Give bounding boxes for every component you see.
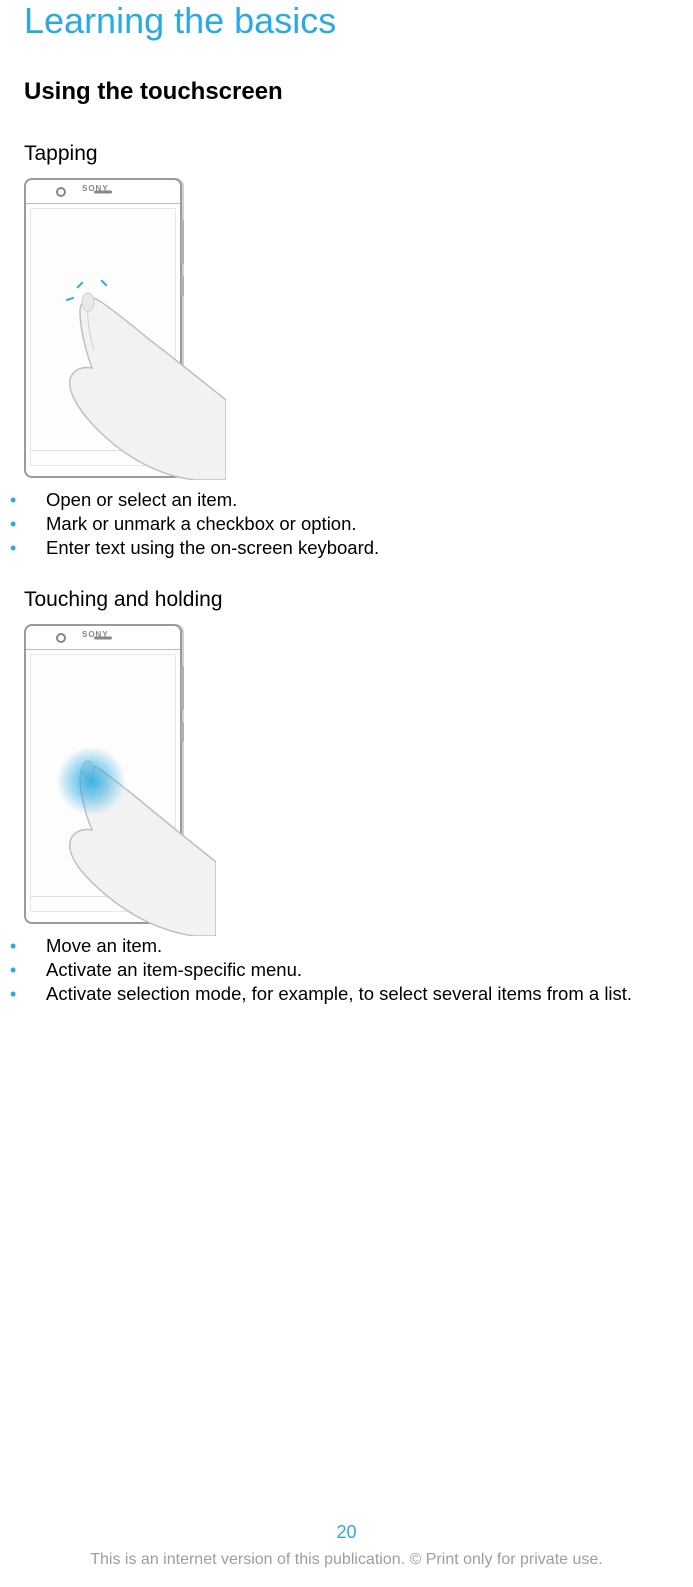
list-item: Enter text using the on-screen keyboard. [24, 536, 669, 560]
section-title: Using the touchscreen [24, 78, 669, 106]
phone-frame-icon: SONY [24, 624, 182, 924]
list-item: Activate selection mode, for example, to… [24, 982, 669, 1006]
page-footer: 20 This is an internet version of this p… [0, 1522, 693, 1569]
holding-illustration: SONY [24, 624, 669, 924]
list-item: Mark or unmark a checkbox or option. [24, 512, 669, 536]
tapping-illustration: SONY [24, 178, 669, 478]
holding-bullet-list: Move an item. Activate an item-specific … [24, 934, 669, 1006]
subsection-tapping-heading: Tapping [24, 142, 669, 166]
page-number: 20 [0, 1522, 693, 1543]
list-item: Activate an item-specific menu. [24, 958, 669, 982]
copyright-notice: This is an internet version of this publ… [0, 1551, 693, 1569]
chapter-title: Learning the basics [24, 0, 669, 42]
tapping-bullet-list: Open or select an item. Mark or unmark a… [24, 488, 669, 560]
subsection-holding-heading: Touching and holding [24, 588, 669, 612]
list-item: Move an item. [24, 934, 669, 958]
list-item: Open or select an item. [24, 488, 669, 512]
phone-frame-icon: SONY [24, 178, 182, 478]
